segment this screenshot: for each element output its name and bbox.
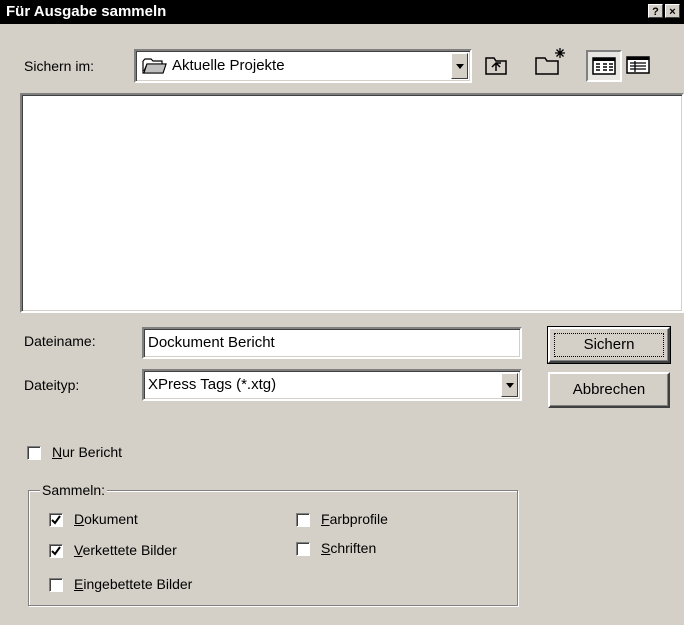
save-in-value: Aktuelle Projekte [172, 57, 285, 74]
label-rest: ur Bericht [62, 444, 123, 460]
filetype-label: Dateityp: [24, 377, 80, 393]
label-rest: erkettete Bilder [82, 542, 177, 558]
filename-field[interactable]: Dockument Bericht [142, 327, 522, 359]
only-report-checkbox[interactable] [27, 446, 41, 460]
list-view-icon [592, 57, 616, 75]
dialog-title: Für Ausgabe sammeln [6, 3, 167, 20]
label-rest: ingebettete Bilder [83, 576, 193, 592]
label-rest: arbprofile [329, 511, 388, 527]
details-view-icon [626, 56, 650, 74]
filetype-value: XPress Tags (*.xtg) [148, 376, 277, 393]
title-bar[interactable]: Für Ausgabe sammeln ? × [0, 0, 684, 24]
check-icon [51, 546, 61, 556]
mnemonic: N [52, 444, 63, 460]
mnemonic: V [74, 542, 83, 558]
mnemonic: F [321, 511, 330, 527]
fonts-label[interactable]: Schriften [321, 540, 376, 556]
embedded-images-label[interactable]: Eingebettete Bilder [74, 576, 192, 592]
save-in-dropdown[interactable]: Aktuelle Projekte [134, 49, 472, 83]
filename-label: Dateiname: [24, 333, 96, 349]
save-button[interactable]: Sichern [547, 326, 671, 364]
label-rest: chriften [330, 540, 377, 556]
folder-icon [142, 57, 168, 78]
only-report-label[interactable]: Nur Bericht [52, 444, 122, 460]
up-one-level-button[interactable] [480, 50, 512, 80]
label-rest: okument [84, 511, 138, 527]
fonts-checkbox[interactable] [296, 542, 310, 556]
file-list[interactable] [20, 93, 684, 313]
list-view-button[interactable] [586, 50, 622, 82]
check-icon [51, 515, 61, 525]
close-button[interactable]: × [665, 4, 680, 18]
cancel-button-label: Abbrechen [572, 381, 646, 398]
color-profiles-checkbox[interactable] [296, 513, 310, 527]
chevron-down-icon[interactable] [451, 53, 468, 79]
new-folder-icon [535, 48, 565, 75]
new-folder-button[interactable] [532, 44, 568, 80]
linked-images-checkbox[interactable] [49, 544, 63, 558]
cancel-button[interactable]: Abbrechen [548, 372, 670, 408]
focus-rect [554, 333, 664, 357]
mnemonic: E [74, 576, 84, 592]
up-one-level-icon [485, 57, 507, 75]
help-button[interactable]: ? [648, 4, 663, 18]
document-label[interactable]: Dokument [74, 511, 138, 527]
collect-legend: Sammeln: [40, 482, 108, 498]
filetype-dropdown[interactable]: XPress Tags (*.xtg) [142, 369, 522, 401]
mnemonic: D [74, 511, 85, 527]
save-dialog: Für Ausgabe sammeln ? × Sichern im: Aktu… [0, 0, 686, 625]
linked-images-label[interactable]: Verkettete Bilder [74, 542, 177, 558]
mnemonic: S [321, 540, 331, 556]
document-checkbox[interactable] [49, 513, 63, 527]
color-profiles-label[interactable]: Farbprofile [321, 511, 388, 527]
details-view-button[interactable] [622, 50, 656, 82]
embedded-images-checkbox[interactable] [49, 578, 63, 592]
filename-value: Dockument Bericht [148, 334, 275, 351]
chevron-down-icon[interactable] [501, 373, 518, 397]
save-in-label: Sichern im: [24, 58, 95, 74]
